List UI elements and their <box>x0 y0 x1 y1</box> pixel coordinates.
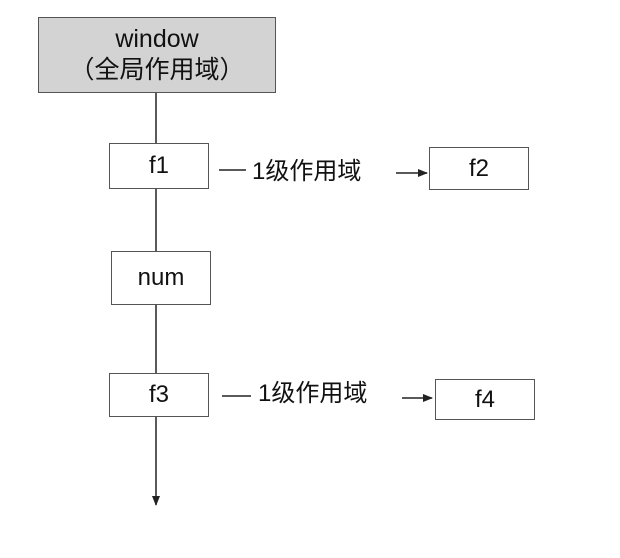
window-label: window <box>115 24 199 53</box>
f3-label: f3 <box>148 381 169 408</box>
f1-label: f1 <box>148 152 169 179</box>
global-scope-label: （全局作用域） <box>69 56 245 84</box>
num-node: num <box>111 251 211 305</box>
f2-node: f2 <box>429 147 529 190</box>
num-label: num <box>137 264 185 291</box>
branch-label-f3: 1级作用域 <box>258 380 368 407</box>
f4-node: f4 <box>435 379 535 420</box>
window-global-scope-node: window （全局作用域） <box>38 17 276 93</box>
f2-label: f2 <box>468 154 489 182</box>
f1-node: f1 <box>109 143 209 189</box>
branch-label-f1: 1级作用域 <box>252 158 362 185</box>
f4-label: f4 <box>474 385 495 413</box>
f3-node: f3 <box>109 373 209 417</box>
